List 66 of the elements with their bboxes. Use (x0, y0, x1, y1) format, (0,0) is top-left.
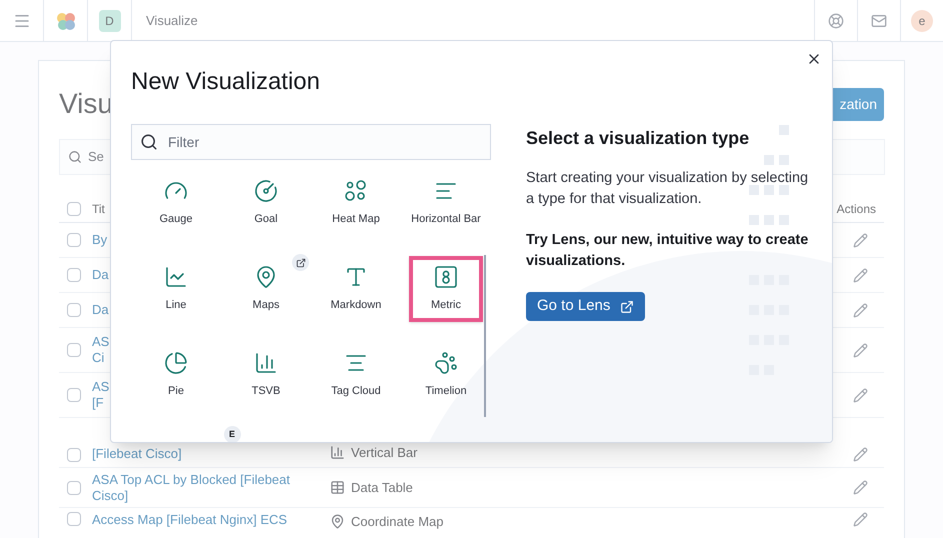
bar-chart-icon (254, 350, 278, 375)
checkbox[interactable] (67, 303, 81, 317)
edit-icon[interactable] (853, 342, 868, 358)
search-icon (140, 133, 158, 151)
edit-icon[interactable] (853, 512, 868, 527)
edit-icon[interactable] (853, 232, 868, 248)
page-title: Visu (59, 87, 113, 121)
chart-type: Coordinate Map (351, 513, 444, 531)
visualization-type[interactable]: Maps (221, 256, 311, 322)
pie-chart-icon (164, 350, 188, 375)
bar-chart-icon (330, 444, 345, 460)
edit-icon[interactable] (853, 447, 868, 462)
lens-promo: Try Lens, our new, intuitive way to create visualizations. (526, 231, 810, 271)
gauge-icon (254, 178, 278, 203)
title-link[interactable]: Access Map [Filebeat Nginx] ECS (92, 512, 330, 528)
visualization-type[interactable]: Goal (221, 170, 311, 236)
checkbox[interactable] (67, 512, 81, 526)
beta-badge: E (224, 426, 240, 442)
visualization-type[interactable]: TSVB (221, 342, 311, 408)
map-pin-icon (330, 514, 345, 530)
visualization-type[interactable]: Heat Map (311, 170, 401, 236)
checkbox[interactable] (67, 343, 81, 357)
column-header: Actions (836, 200, 876, 218)
column-header[interactable]: Tit (92, 200, 105, 218)
chart-type: Vertical Bar (351, 444, 418, 462)
edit-icon[interactable] (853, 388, 868, 402)
help-icon[interactable] (828, 12, 844, 28)
mail-icon[interactable] (871, 12, 887, 28)
user-avatar[interactable]: e (911, 10, 933, 32)
visualization-type[interactable]: Line (131, 256, 221, 322)
checkbox[interactable] (67, 202, 81, 216)
visualization-type[interactable]: Pie (131, 342, 221, 408)
breadcrumb[interactable]: Visualize (146, 10, 198, 30)
title-link[interactable]: ASA Top ACL by Blocked [Filebeat (92, 472, 330, 488)
line-chart-icon (164, 264, 188, 289)
checkbox[interactable] (67, 448, 81, 462)
filter-field[interactable]: Filter (131, 124, 491, 160)
visualization-type[interactable]: Markdown (311, 256, 401, 322)
visualization-type[interactable]: Gauge (131, 170, 221, 236)
checkbox[interactable] (67, 268, 81, 282)
edit-icon[interactable] (853, 480, 868, 495)
go-to-lens-button[interactable]: Go to Lens (526, 292, 646, 321)
paw-icon (434, 350, 458, 375)
circles-icon (344, 178, 368, 203)
edit-icon[interactable] (853, 302, 868, 318)
visualization-type[interactable]: Timelion (401, 342, 491, 408)
metric-icon (434, 264, 458, 289)
visualization-type[interactable]: Metric (409, 256, 483, 322)
modal-title: New Visualization (131, 67, 321, 97)
space-badge[interactable]: D (98, 10, 120, 32)
logo-icon[interactable] (54, 10, 76, 30)
search-icon (68, 150, 82, 164)
table-icon (330, 480, 345, 495)
visualization-type[interactable]: Tag Cloud (311, 342, 401, 408)
visualization-type[interactable]: Horizontal Bar (401, 170, 491, 236)
checkbox[interactable] (67, 388, 81, 402)
edit-icon[interactable] (853, 268, 868, 282)
description: Start creating your visualization by selecting a type for that visualization. (526, 169, 810, 209)
title-link[interactable]: Cisco] (92, 488, 330, 504)
checkbox[interactable] (67, 480, 81, 494)
external-link-icon (620, 300, 634, 314)
checkbox[interactable] (67, 233, 81, 247)
title-link[interactable]: [Filebeat Cisco] (92, 446, 330, 462)
chart-type: Data Table (351, 478, 413, 497)
map-pin-icon (254, 264, 278, 289)
side-heading: Select a visualization type (526, 127, 750, 150)
